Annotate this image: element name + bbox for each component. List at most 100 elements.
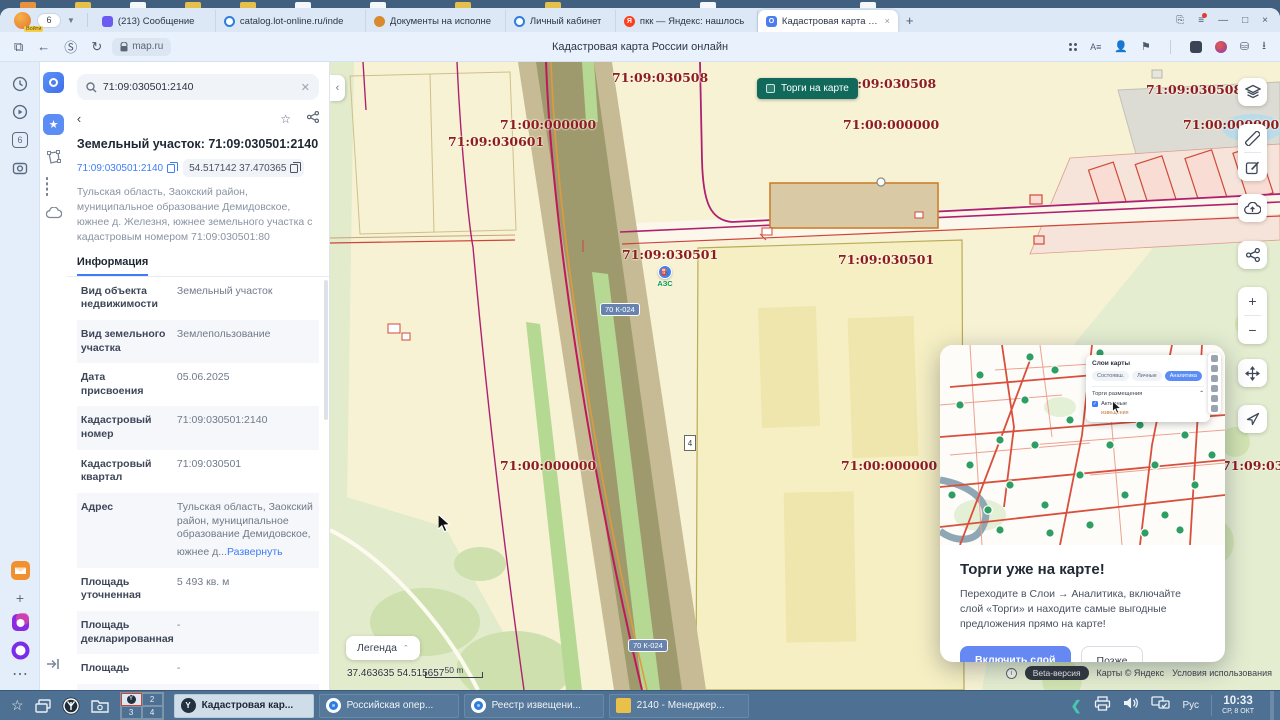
info-icon[interactable]: i [1005,667,1017,679]
favorites-button[interactable]: ★ [43,114,64,135]
mini-tab[interactable]: Личные [1132,371,1162,381]
cloud-upload-icon[interactable] [1238,194,1267,222]
gas-station-poi[interactable]: ⛽ АЗС [655,265,675,288]
search-box[interactable]: ✕ [76,74,319,100]
window-list-icon[interactable] [34,698,51,713]
location-arrow-icon[interactable] [1238,405,1267,433]
locate-control[interactable] [1238,405,1267,433]
address-bar[interactable]: map.ru [112,37,172,56]
taskbar-window-button[interactable]: 2140 - Менеджер... [608,693,749,718]
panel-back-icon[interactable]: ‹ [77,111,81,126]
extension-icon[interactable] [1214,40,1227,53]
add-panel-icon[interactable]: + [10,588,30,608]
volume-icon[interactable] [1123,696,1139,715]
cadastral-number-chip[interactable]: 71:09:030501:2140 [77,159,179,177]
bookmark-flag-icon[interactable]: ⚑ [1141,40,1151,53]
launcher-star-icon[interactable]: ☆ [11,697,24,714]
favorite-star-icon[interactable]: ☆ [280,112,291,126]
legend-button[interactable]: Легенда ⌃ [346,636,420,660]
minimize-button[interactable]: — [1218,15,1228,26]
workspace-4[interactable]: 4 [141,705,163,719]
tray-expand-icon[interactable]: ❮ [1071,698,1082,714]
chevron-down-icon[interactable]: ▼ [67,16,75,25]
tab-information[interactable]: Информация [76,256,149,276]
measure-polygon-icon[interactable] [46,150,61,165]
layers-icon[interactable] [1238,78,1267,106]
later-button[interactable]: Позже [1080,645,1144,662]
torgi-map-toggle[interactable]: Торги на карте [757,78,858,99]
copy-icon[interactable] [167,161,179,173]
yandex-apps-icon[interactable] [10,612,30,632]
workspace-1-current[interactable]: Y [120,692,142,706]
share-profile-icon[interactable]: 👤 [1114,40,1128,53]
browser-tab[interactable]: Япкк — Яндекс: нашлось [616,10,758,32]
wallet-icon[interactable]: ⛁ [1240,40,1249,53]
telemost-icon[interactable] [10,640,30,660]
browser-tab[interactable]: catalog.lot-online.ru/inde [216,10,366,32]
mini-tab-active[interactable]: Аналитика [1164,371,1202,381]
map-attribution[interactable]: Карты © Яндекс [1097,668,1165,678]
maximize-button[interactable]: □ [1242,15,1248,26]
panel-scrollbar[interactable] [324,280,328,420]
app-logo[interactable] [43,72,64,93]
zoom-in-icon[interactable]: + [1238,287,1267,315]
enable-layer-button[interactable]: Включить слой [960,645,1071,662]
map-collapse-tab[interactable]: ‹ [330,75,345,101]
ruler-icon[interactable] [1238,124,1267,152]
mail-icon[interactable] [10,560,30,580]
cloud-icon[interactable] [45,206,63,221]
collapse-panel-icon[interactable] [46,657,61,672]
tabs-panel-icon[interactable]: 6 [10,130,30,150]
extension-icon[interactable] [1189,40,1202,53]
new-tab-button[interactable]: + [906,13,914,28]
browser-tab[interactable]: Личный кабинет [506,10,616,32]
taskbar-window-button[interactable]: Российская опер... [318,693,459,718]
reading-list-icon[interactable]: ⎘ [1176,15,1184,26]
taskbar-window-button[interactable]: Реестр извещени... [463,693,604,718]
terms-link[interactable]: Условия использования [1172,668,1272,678]
more-icon[interactable]: ⋯ [10,664,30,684]
expand-link[interactable]: Развернуть [227,546,283,560]
workspace-2[interactable]: 2 [141,692,163,706]
search-input[interactable] [102,81,295,93]
edit-icon[interactable] [1238,153,1267,181]
checkbox-icon[interactable] [766,84,775,93]
collections-icon[interactable] [1069,42,1078,51]
side-panel-icon[interactable]: ⧉ [14,39,23,55]
upload-control[interactable] [1238,194,1267,222]
layer-subitem[interactable]: извещения [1101,410,1204,416]
browser-menu-icon[interactable]: ≡ [1198,12,1208,26]
zoom-control[interactable]: + − [1238,287,1267,344]
workspace-3[interactable]: 3 [120,705,142,719]
files-icon[interactable] [90,699,109,713]
layer-checkbox-row[interactable]: ✓ Активные [1092,401,1204,407]
share-icon[interactable] [306,110,320,126]
cadastral-map[interactable]: 71:09:030508 71:00:000000 71:09:030601 71:0… [330,62,1280,690]
browser-tab[interactable]: O Кадастровая карта Ро × [757,10,898,32]
show-desktop-button[interactable] [1270,690,1274,720]
yandex-browser-launcher-icon[interactable] [62,697,80,715]
tab-close-icon[interactable]: × [885,16,890,26]
back-icon[interactable]: ← [37,39,50,54]
user-avatar[interactable]: Войти [14,11,44,32]
copy-icon[interactable] [290,161,302,173]
close-button[interactable]: × [1262,15,1268,26]
draw-tools-control[interactable] [1238,124,1267,181]
browser-tab[interactable]: (213) Сообщение [94,10,216,32]
zoom-out-icon[interactable]: − [1238,316,1267,344]
share-icon[interactable] [1238,241,1267,269]
printer-icon[interactable] [1094,695,1111,716]
video-icon[interactable] [10,102,30,122]
mini-tab[interactable]: Состоявш. [1092,371,1130,381]
downloads-icon[interactable]: ⭳ [1262,37,1266,56]
clock[interactable]: 10:33 СР, 8 ОКТ [1211,695,1254,716]
taskbar-window-button[interactable]: Y Кадастровая кар... [173,693,314,718]
move-icon[interactable] [1238,359,1267,387]
coordinates-chip[interactable]: 54.517142 37.470365 [183,159,305,177]
screenshot-icon[interactable] [10,158,30,178]
keyboard-layout[interactable]: Рус [1183,700,1200,711]
refresh-icon[interactable]: ↻ [91,39,102,55]
pan-control[interactable] [1238,359,1267,387]
protect-icon[interactable]: Ⓢ [64,37,77,56]
history-icon[interactable] [10,74,30,94]
